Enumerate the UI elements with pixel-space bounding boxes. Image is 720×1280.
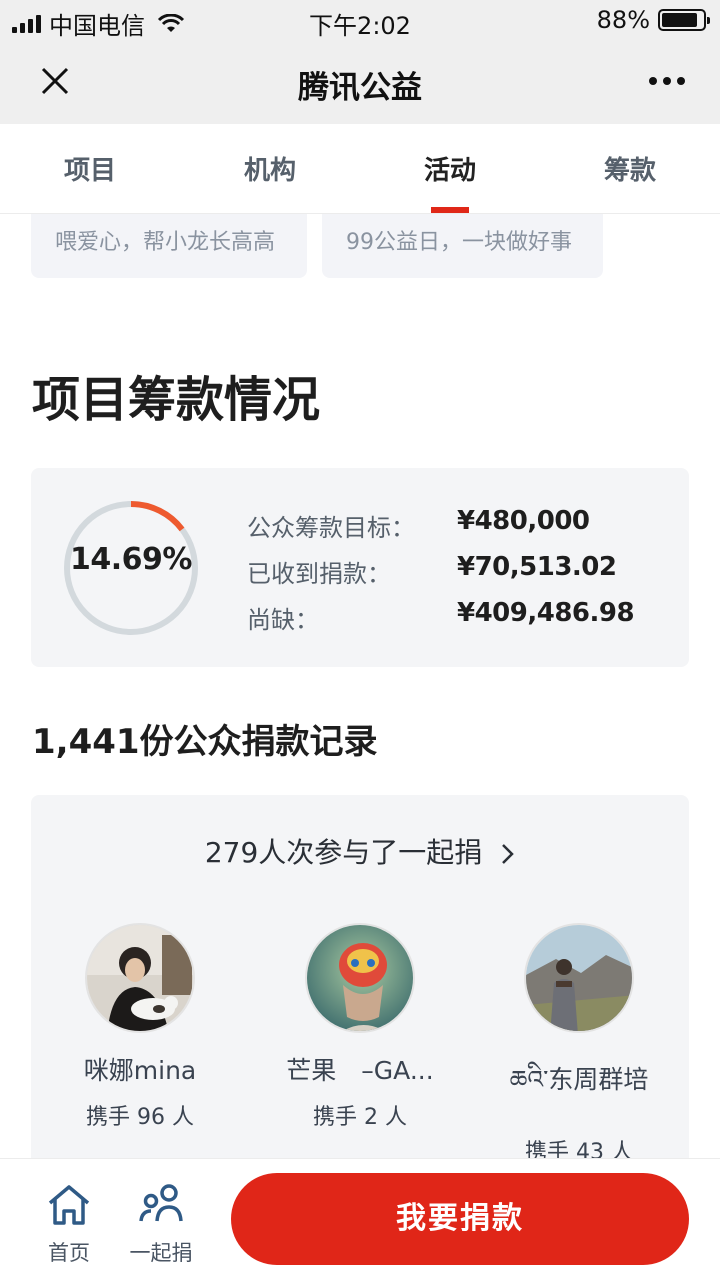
together-donate-link[interactable]: 279人次参与了一起捐 (31, 831, 689, 871)
donate-button[interactable]: 我要捐款 (231, 1173, 689, 1265)
remaining-value: ¥409,486.98 (457, 598, 635, 628)
page-title: 腾讯公益 (298, 70, 422, 106)
battery-text: 88% (596, 6, 650, 34)
activity-card-text: 99公益日，一块做好事 (346, 230, 572, 255)
donor-card[interactable]: ཆའི་东周群培 携手 43 人 (479, 923, 679, 1166)
together-donate-text: 279人次参与了一起捐 (204, 836, 483, 869)
nav-bar: 腾讯公益 (0, 40, 720, 124)
activity-card[interactable]: 喂爱心，帮小龙长高高 (31, 214, 307, 278)
donor-count: 携手 96 人 (86, 1105, 194, 1130)
home-icon (48, 1185, 90, 1225)
battery-icon (658, 9, 710, 31)
fundraising-summary: 14.69% 公众筹款目标： ¥480,000 已收到捐款： ¥70,513.0… (31, 468, 689, 667)
activity-card[interactable]: 99公益日，一块做好事 (322, 214, 603, 278)
tab-bar: 项目 机构 活动 筹款 (0, 124, 720, 214)
together-donate-panel: 279人次参与了一起捐 咪娜mina 携手 96 人 芒果 –GA... 携手 … (31, 795, 689, 1175)
donor-name: 芒果 –GA... (286, 1056, 434, 1085)
people-icon (139, 1184, 183, 1222)
tab-organizations[interactable]: 机构 (180, 150, 360, 187)
tab-activities[interactable]: 活动 (360, 150, 540, 187)
more-button[interactable] (642, 64, 692, 98)
avatar (85, 923, 195, 1033)
home-button[interactable]: 首页 (24, 1183, 114, 1267)
donation-records-title[interactable]: 1,441份公众捐款记录 (32, 714, 378, 763)
goal-value: ¥480,000 (457, 506, 590, 536)
chevron-right-icon (502, 844, 514, 864)
avatar (305, 923, 415, 1033)
avatar (524, 923, 634, 1033)
donor-name: 咪娜mina (83, 1056, 197, 1085)
tab-projects[interactable]: 项目 (0, 150, 180, 187)
remaining-label: 尚缺： (247, 606, 319, 634)
status-bar: 中国电信 下午2:02 88% (0, 0, 720, 40)
donor-count: 携手 2 人 (313, 1105, 407, 1130)
fundraising-title: 项目筹款情况 (32, 372, 321, 428)
donor-name: ཆའི་东周群培 (509, 1065, 649, 1094)
together-button[interactable]: 一起捐 (116, 1183, 206, 1267)
progress-percent: 14.69% (70, 542, 192, 577)
bottom-action-bar: 首页 一起捐 我要捐款 (0, 1158, 720, 1280)
goal-label: 公众筹款目标： (247, 514, 415, 542)
donor-card[interactable]: 咪娜mina 携手 96 人 (40, 923, 240, 1131)
received-value: ¥70,513.02 (457, 552, 617, 582)
received-label: 已收到捐款： (247, 560, 391, 588)
donor-card[interactable]: 芒果 –GA... 携手 2 人 (260, 923, 460, 1131)
together-label: 一起捐 (129, 1241, 193, 1265)
tab-fundraising[interactable]: 筹款 (540, 150, 720, 187)
active-tab-indicator (431, 207, 469, 213)
more-dots-icon (649, 77, 657, 85)
home-label: 首页 (48, 1241, 90, 1265)
activity-card-text: 喂爱心，帮小龙长高高 (55, 230, 276, 255)
